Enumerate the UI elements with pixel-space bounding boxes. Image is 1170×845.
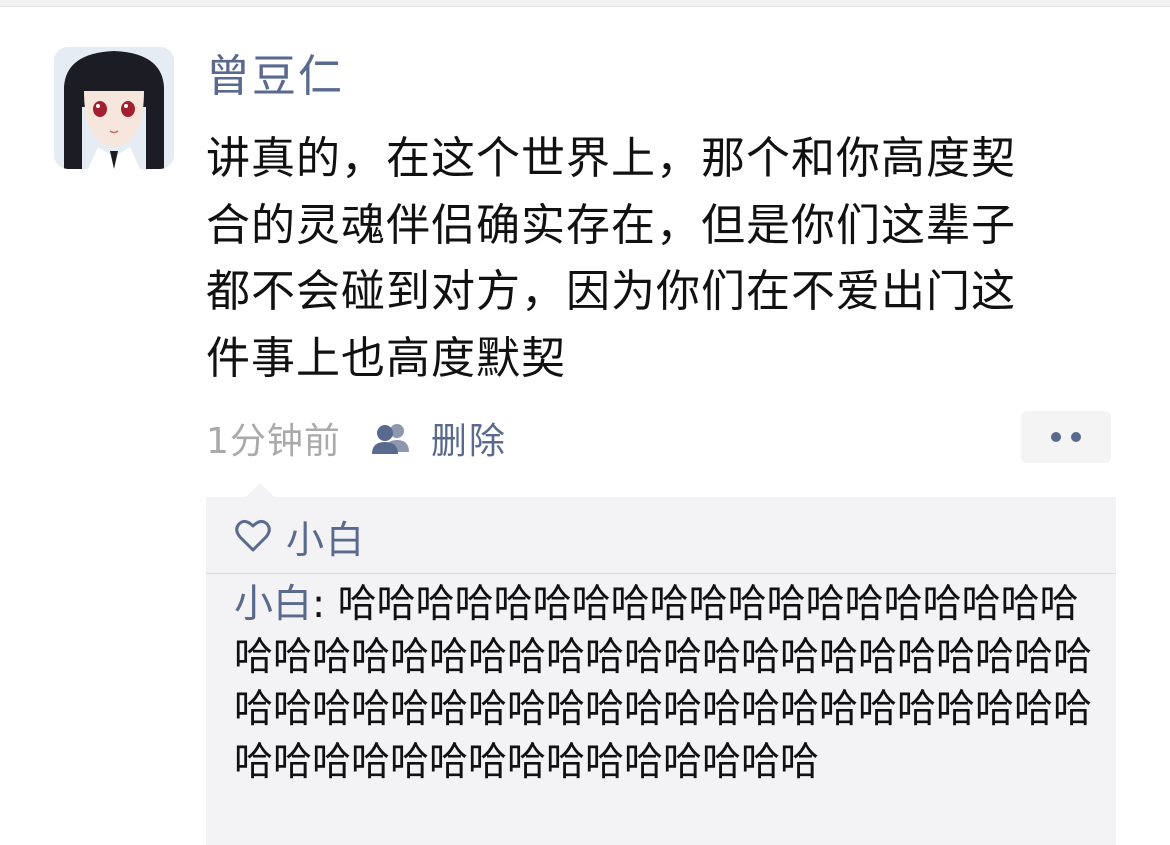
post-timestamp: 1分钟前 xyxy=(206,421,341,462)
likes-row: 小白 xyxy=(234,509,366,564)
top-divider xyxy=(0,0,1170,7)
comment-text: 哈哈哈哈哈哈哈哈哈哈哈哈哈哈哈哈哈哈哈哈哈哈哈哈哈哈哈哈哈哈哈哈哈哈哈哈哈哈哈哈… xyxy=(234,582,1093,786)
like-user-name[interactable]: 小白 xyxy=(286,509,366,564)
anime-girl-avatar-icon xyxy=(54,47,174,169)
more-dots-icon xyxy=(1051,432,1061,442)
more-dots-icon xyxy=(1071,432,1081,442)
delete-link[interactable]: 删除 xyxy=(431,412,507,464)
post-meta-row: 1分钟前 删除 xyxy=(206,414,507,462)
comment-separator: : xyxy=(312,582,338,627)
more-options-button[interactable] xyxy=(1021,411,1111,463)
likes-divider xyxy=(206,573,1116,574)
heart-icon xyxy=(234,518,272,554)
post-username[interactable]: 曾豆仁 xyxy=(206,50,344,104)
post-body-text: 讲真的，在这个世界上，那个和你高度契 合的灵魂伴侣确实存在，但是你们这辈子 都不… xyxy=(206,133,1016,384)
comment-author[interactable]: 小白 xyxy=(234,582,312,627)
avatar[interactable] xyxy=(54,47,174,169)
people-icon[interactable] xyxy=(371,420,413,456)
comment-section: 小白 小白: 哈哈哈哈哈哈哈哈哈哈哈哈哈哈哈哈哈哈哈哈哈哈哈哈哈哈哈哈哈哈哈哈哈… xyxy=(206,483,1116,845)
comment-item: 小白: 哈哈哈哈哈哈哈哈哈哈哈哈哈哈哈哈哈哈哈哈哈哈哈哈哈哈哈哈哈哈哈哈哈哈哈哈… xyxy=(234,579,1100,790)
